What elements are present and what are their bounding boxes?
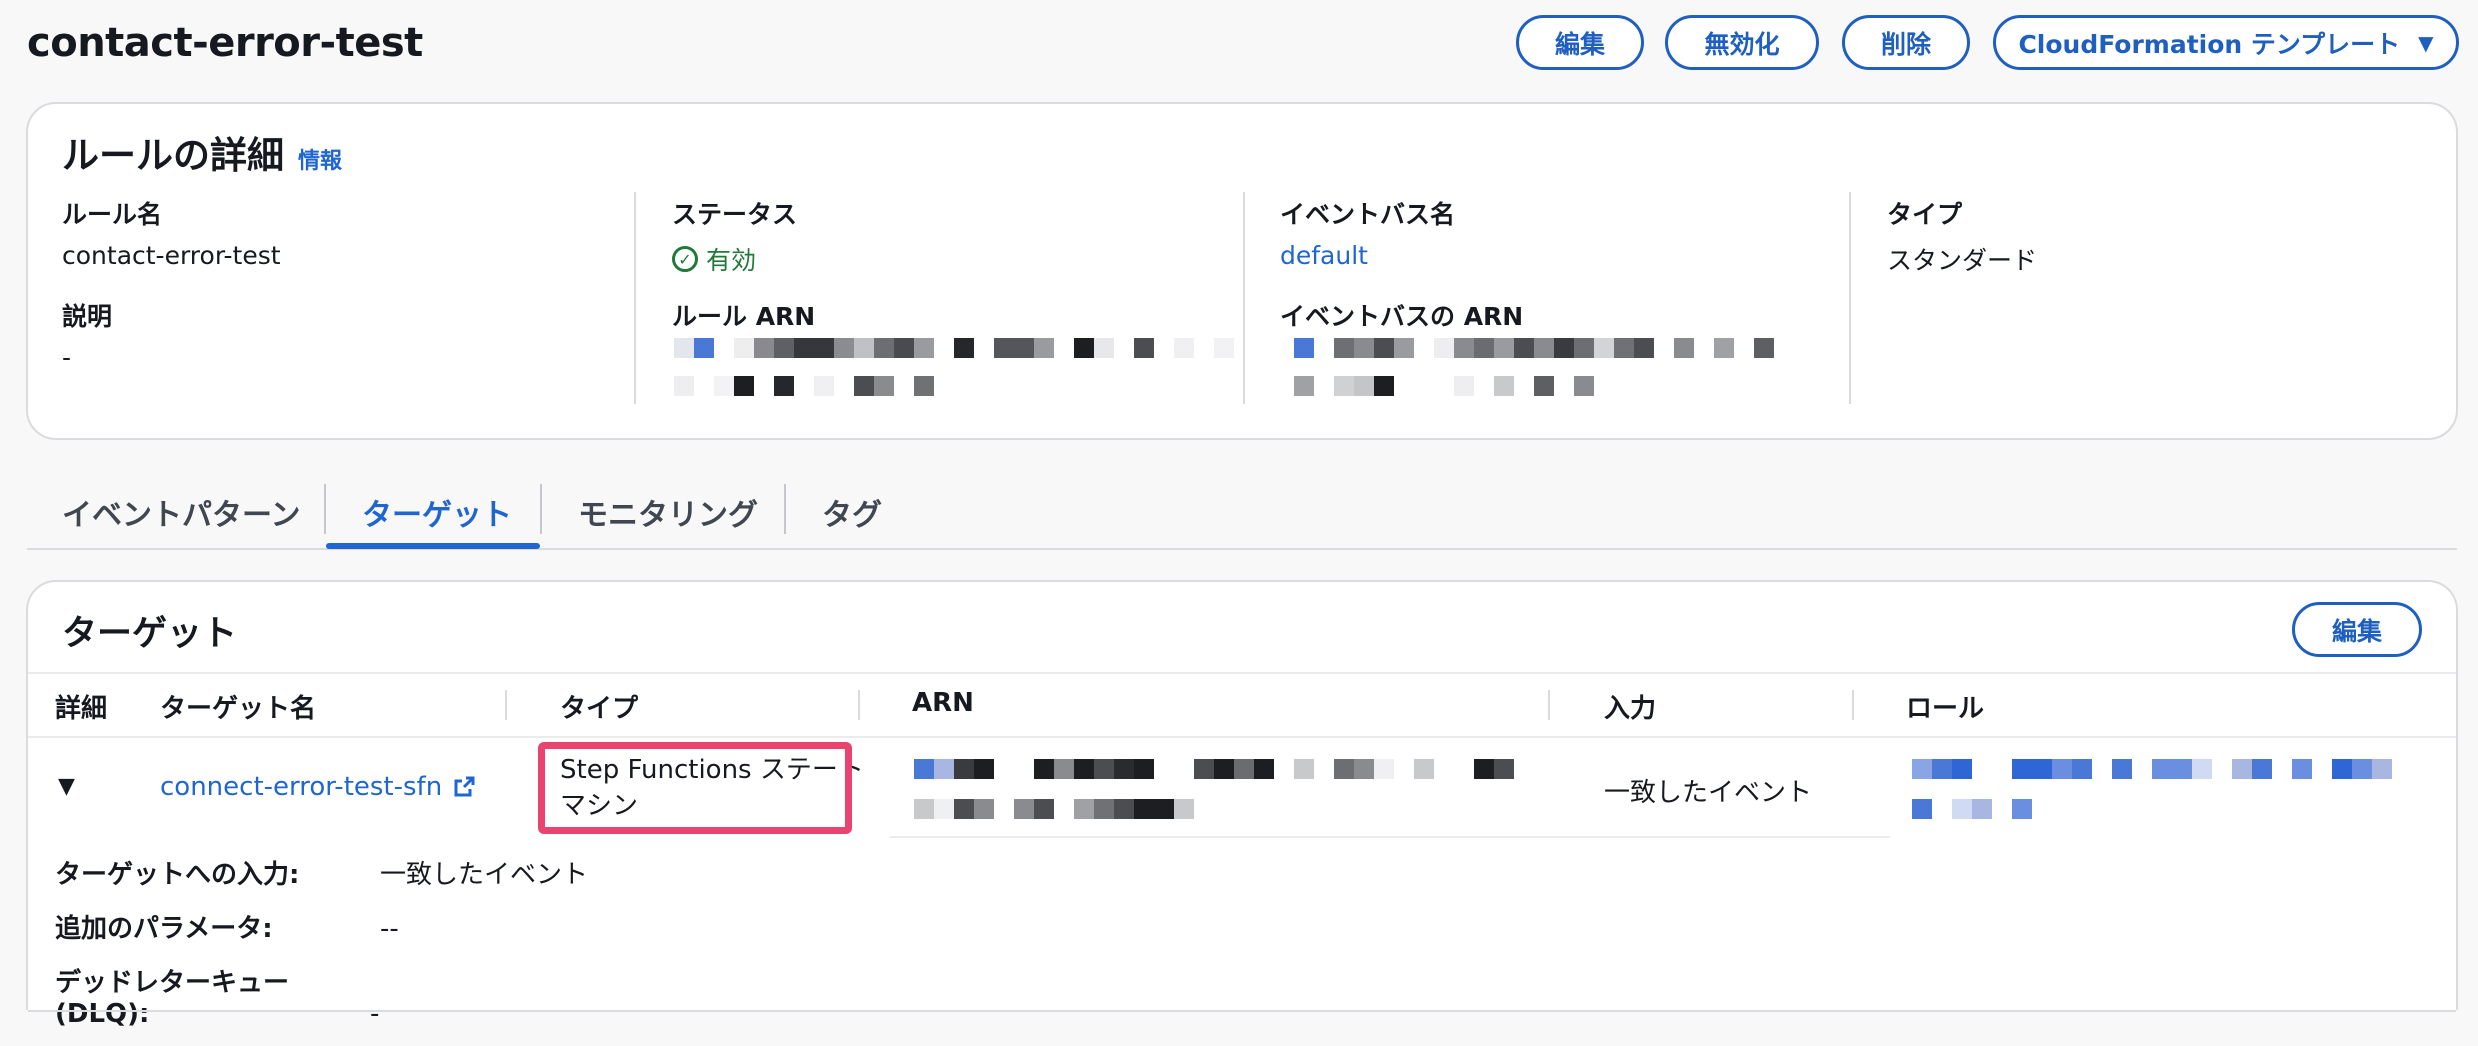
col-header-input[interactable]: 入力 xyxy=(1604,688,1656,725)
column-divider xyxy=(634,192,636,404)
status-label: ステータス xyxy=(672,200,798,229)
column-separator xyxy=(1548,690,1550,720)
detail-additional-params: 追加のパラメータ: -- xyxy=(55,908,399,945)
detail-input-label: ターゲットへの入力: xyxy=(55,860,300,890)
rule-name-label: ルール名 xyxy=(62,200,163,229)
tab-target[interactable]: ターゲット xyxy=(362,490,512,534)
detail-target-input: ターゲットへの入力: 一致したイベント xyxy=(55,854,588,891)
rule-arn-label: ルール ARN xyxy=(672,302,816,331)
header-divider xyxy=(28,736,2456,738)
type-value: スタンダード xyxy=(1887,246,2038,275)
col-header-type[interactable]: タイプ xyxy=(560,688,638,725)
target-name-text: connect-error-test-sfn xyxy=(160,772,443,802)
target-name-link[interactable]: connect-error-test-sfn xyxy=(160,772,476,802)
divider xyxy=(28,672,2456,674)
status-value: ✓ 有効 xyxy=(672,241,797,277)
event-bus-arn-value-redacted xyxy=(1280,335,1774,399)
rule-details-card xyxy=(26,102,2458,440)
target-arn-value-redacted xyxy=(914,756,1514,822)
column-separator xyxy=(858,690,860,720)
col-header-detail: 詳細 xyxy=(55,694,108,724)
event-bus-link[interactable]: default xyxy=(1280,241,1455,270)
column-divider xyxy=(1243,192,1245,404)
detail-dlq-value: - xyxy=(370,999,380,1029)
event-bus-name-label: イベントバス名 xyxy=(1280,200,1456,229)
delete-button[interactable]: 削除 xyxy=(1842,15,1970,70)
page-title: contact-error-test xyxy=(27,20,423,66)
tab-tags[interactable]: タグ xyxy=(822,490,882,534)
column-separator xyxy=(505,690,507,720)
disable-button[interactable]: 無効化 xyxy=(1665,15,1819,70)
highlight-annotation-box xyxy=(538,742,852,834)
rule-name-value: contact-error-test xyxy=(62,241,281,270)
column-divider xyxy=(1849,192,1851,404)
tab-separator xyxy=(324,484,326,534)
tab-separator xyxy=(540,484,542,534)
row-divider xyxy=(890,836,1890,838)
active-tab-indicator xyxy=(326,543,540,549)
cloudformation-template-button[interactable]: CloudFormation テンプレート ▼ xyxy=(1993,15,2459,70)
col-header-arn[interactable]: ARN xyxy=(912,688,974,718)
tab-event-pattern[interactable]: イベントパターン xyxy=(62,490,301,534)
column-separator xyxy=(1852,690,1854,720)
caret-down-icon: ▼ xyxy=(2418,30,2434,55)
detail-params-label: 追加のパラメータ: xyxy=(55,914,273,944)
status-text: 有効 xyxy=(706,246,757,275)
tab-monitoring[interactable]: モニタリング xyxy=(578,490,758,534)
rule-details-title: ルールの詳細 xyxy=(62,134,284,177)
expand-row-icon[interactable]: ▼ xyxy=(58,774,75,799)
targets-edit-button[interactable]: 編集 xyxy=(2292,602,2422,657)
detail-dlq: デッドレターキュー (DLQ): - xyxy=(55,962,379,1029)
event-bus-arn-label: イベントバスの ARN xyxy=(1280,302,1524,331)
col-header-target-name[interactable]: ターゲット名 xyxy=(160,688,316,725)
edit-button[interactable]: 編集 xyxy=(1516,15,1644,70)
detail-params-value: -- xyxy=(380,914,399,944)
col-header-role[interactable]: ロール xyxy=(1906,688,1984,725)
tab-separator xyxy=(784,484,786,534)
target-role-value-redacted xyxy=(1912,756,2392,822)
cloudformation-button-label: CloudFormation テンプレート xyxy=(2018,29,2401,59)
type-label: タイプ xyxy=(1887,200,1963,229)
rule-details-heading: ルールの詳細 情報 xyxy=(62,125,342,179)
info-link[interactable]: 情報 xyxy=(298,143,342,175)
detail-dlq-label: デッドレターキュー (DLQ): xyxy=(55,968,290,1029)
rule-arn-value-redacted xyxy=(674,335,1234,399)
target-input-value: 一致したイベント xyxy=(1604,778,1813,808)
check-circle-icon: ✓ xyxy=(672,246,698,272)
bottom-divider xyxy=(28,1010,2456,1012)
description-label: 説明 xyxy=(62,302,113,331)
description-value: - xyxy=(62,343,72,372)
detail-input-value: 一致したイベント xyxy=(380,860,589,890)
targets-title: ターゲット xyxy=(62,614,238,654)
external-link-icon xyxy=(452,775,476,799)
